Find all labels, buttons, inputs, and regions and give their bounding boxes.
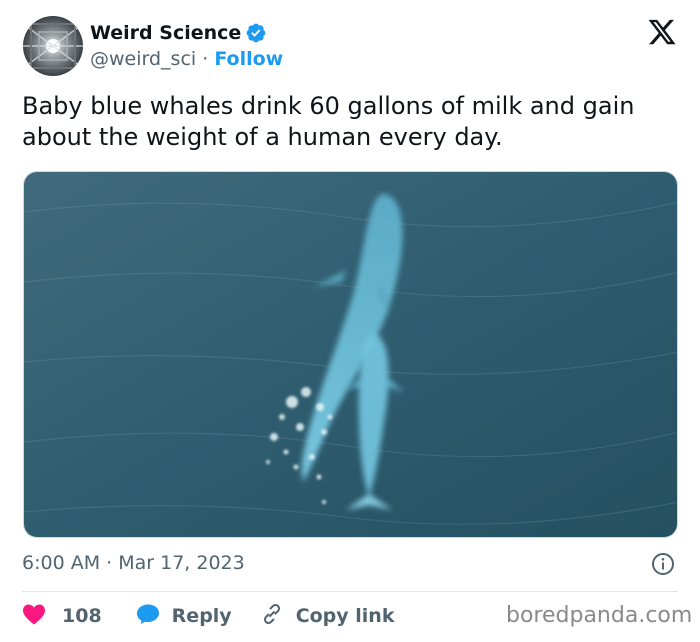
copy-link-label: Copy link — [295, 605, 395, 627]
author-handle[interactable]: @weird_sci — [90, 48, 196, 70]
x-logo-icon[interactable] — [646, 17, 678, 47]
avatar[interactable] — [23, 16, 83, 76]
author-name-row[interactable]: Weird Science — [90, 21, 267, 45]
watermark: boredpanda.com — [506, 603, 693, 628]
like-button[interactable]: 108 — [22, 603, 102, 630]
separator-dot: · — [202, 48, 209, 70]
divider — [22, 591, 678, 592]
link-icon — [260, 602, 284, 631]
reply-label: Reply — [171, 605, 232, 627]
tweet-text: Baby blue whales drink 60 gallons of mil… — [22, 92, 635, 151]
like-count: 108 — [62, 605, 102, 627]
avatar-image — [23, 16, 83, 76]
heart-icon — [22, 603, 46, 630]
author-handle-row: @weird_sci · Follow — [90, 47, 283, 71]
copy-link-button[interactable]: Copy link — [260, 602, 395, 631]
reply-button[interactable]: Reply — [136, 603, 232, 630]
author-display-name[interactable]: Weird Science — [90, 21, 241, 45]
verified-badge-icon — [245, 22, 267, 44]
whales-photo — [24, 172, 677, 537]
follow-button[interactable]: Follow — [214, 48, 283, 70]
info-icon[interactable] — [651, 552, 675, 576]
tweet-actions: 108 Reply Copy link — [22, 602, 394, 630]
tweet-timestamp[interactable]: 6:00 AM · Mar 17, 2023 — [22, 551, 245, 575]
tweet-photo[interactable] — [23, 171, 678, 538]
speech-bubble-icon — [136, 603, 160, 630]
